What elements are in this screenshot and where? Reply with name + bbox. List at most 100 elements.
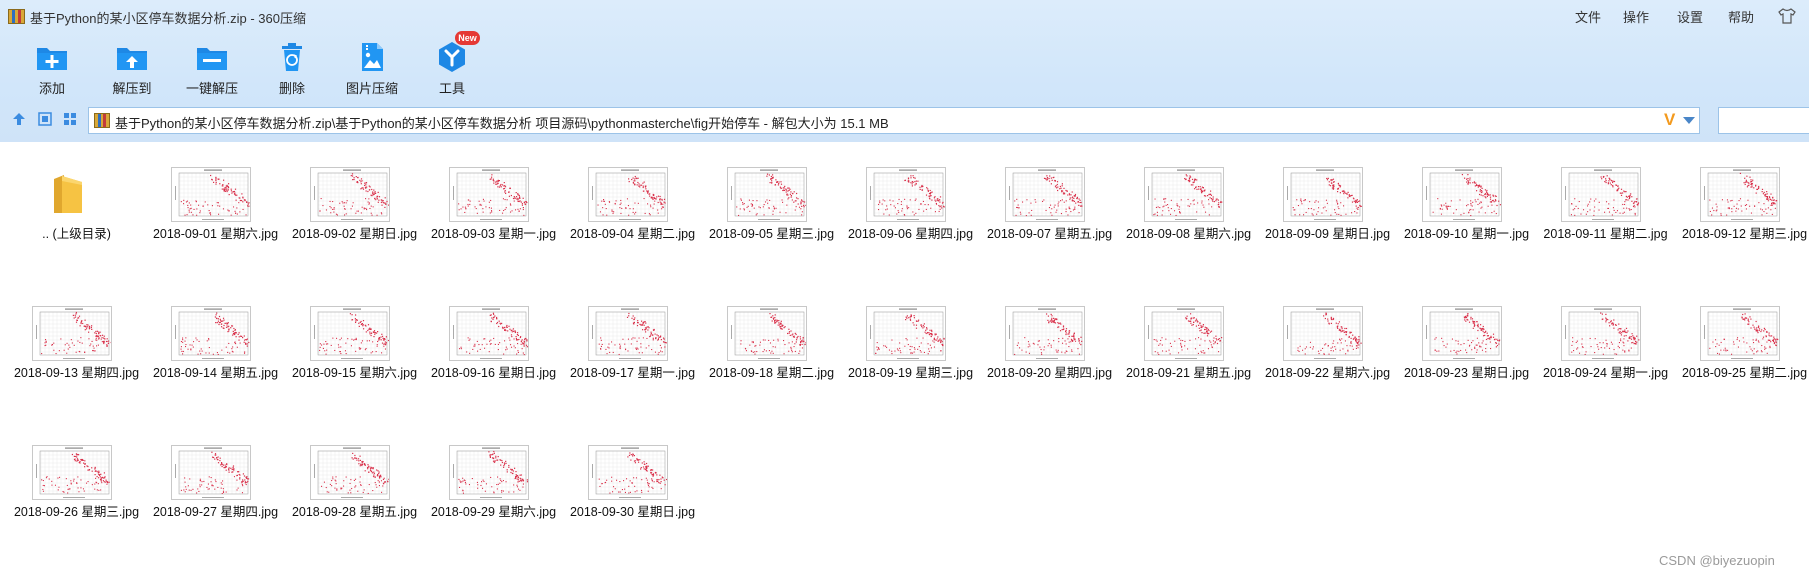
file-name: 2018-09-26 星期三.jpg bbox=[13, 505, 140, 519]
thumbnail-view-icon[interactable] bbox=[62, 111, 78, 127]
image-thumbnail bbox=[310, 167, 390, 222]
extract-to-button[interactable]: 解压到 bbox=[90, 38, 174, 96]
image-thumbnail bbox=[171, 445, 251, 500]
menu-file[interactable]: 文件 bbox=[1575, 7, 1601, 26]
file-item[interactable]: 2018-09-14 星期五.jpg bbox=[146, 284, 285, 399]
file-name: 2018-09-15 星期六.jpg bbox=[291, 366, 418, 380]
image-thumbnail bbox=[1422, 306, 1502, 361]
file-item[interactable]: 2018-09-08 星期六.jpg bbox=[1119, 145, 1258, 260]
file-name: 2018-09-03 星期一.jpg bbox=[430, 227, 557, 241]
image-thumbnail bbox=[171, 167, 251, 222]
dropdown-arrow-icon[interactable] bbox=[1683, 117, 1695, 124]
new-badge: New bbox=[455, 31, 480, 45]
menu-help[interactable]: 帮助 bbox=[1728, 7, 1754, 26]
one-click-extract-button[interactable]: 一键解压 bbox=[170, 38, 254, 96]
file-item[interactable]: 2018-09-24 星期一.jpg bbox=[1536, 284, 1675, 399]
image-thumbnail bbox=[727, 167, 807, 222]
file-item[interactable]: 2018-09-01 星期六.jpg bbox=[146, 145, 285, 260]
file-item[interactable]: 2018-09-28 星期五.jpg bbox=[285, 423, 424, 538]
file-name: 2018-09-24 星期一.jpg bbox=[1542, 366, 1669, 380]
tools-label: 工具 bbox=[438, 81, 465, 96]
delete-button[interactable]: 删除 bbox=[250, 38, 334, 96]
skin-icon[interactable] bbox=[1778, 7, 1796, 25]
image-thumbnail bbox=[449, 306, 529, 361]
file-item[interactable]: 2018-09-15 星期六.jpg bbox=[285, 284, 424, 399]
file-name: 2018-09-17 星期一.jpg bbox=[569, 366, 696, 380]
image-thumbnail bbox=[1283, 306, 1363, 361]
file-item[interactable]: 2018-09-17 星期一.jpg bbox=[563, 284, 702, 399]
watermark: CSDN @biyezuopin bbox=[1659, 553, 1775, 568]
file-name: 2018-09-13 星期四.jpg bbox=[13, 366, 140, 380]
file-name: 2018-09-04 星期二.jpg bbox=[569, 227, 696, 241]
file-item[interactable]: 2018-09-02 星期日.jpg bbox=[285, 145, 424, 260]
file-name: 2018-09-16 星期日.jpg bbox=[430, 366, 557, 380]
menu-operation[interactable]: 操作 bbox=[1623, 7, 1649, 26]
window-title: 基于Python的某小区停车数据分析.zip - 360压缩 bbox=[30, 11, 306, 26]
extract-to-label: 解压到 bbox=[112, 81, 152, 96]
image-thumbnail bbox=[1700, 306, 1780, 361]
menu-settings[interactable]: 设置 bbox=[1677, 7, 1703, 26]
add-button[interactable]: 添加 bbox=[10, 38, 94, 96]
search-input[interactable] bbox=[1718, 107, 1809, 134]
list-view-icon[interactable] bbox=[37, 111, 53, 127]
archive-app-icon bbox=[8, 9, 25, 24]
image-thumbnail bbox=[1283, 167, 1363, 222]
file-item[interactable]: 2018-09-09 星期日.jpg bbox=[1258, 145, 1397, 260]
file-item[interactable]: 2018-09-07 星期五.jpg bbox=[980, 145, 1119, 260]
file-item[interactable]: 2018-09-06 星期四.jpg bbox=[841, 145, 980, 260]
image-compress-button[interactable]: 图片压缩 bbox=[330, 38, 414, 96]
file-item[interactable]: 2018-09-19 星期三.jpg bbox=[841, 284, 980, 399]
file-item[interactable]: 2018-09-23 星期日.jpg bbox=[1397, 284, 1536, 399]
image-thumbnail bbox=[1561, 167, 1641, 222]
file-name: 2018-09-22 星期六.jpg bbox=[1264, 366, 1391, 380]
archive-icon bbox=[94, 113, 110, 128]
file-name: 2018-09-14 星期五.jpg bbox=[152, 366, 279, 380]
image-thumbnail bbox=[1144, 167, 1224, 222]
image-thumbnail bbox=[1561, 306, 1641, 361]
image-thumbnail bbox=[1005, 167, 1085, 222]
file-name: 2018-09-09 星期日.jpg bbox=[1264, 227, 1391, 241]
file-item[interactable]: 2018-09-16 星期日.jpg bbox=[424, 284, 563, 399]
delete-icon bbox=[282, 43, 302, 71]
file-item[interactable]: 2018-09-25 星期二.jpg bbox=[1675, 284, 1809, 399]
file-item[interactable]: 2018-09-30 星期日.jpg bbox=[563, 423, 702, 538]
tools-button[interactable]: 工具 bbox=[410, 38, 494, 96]
file-item[interactable]: 2018-09-13 星期四.jpg bbox=[7, 284, 146, 399]
file-item[interactable]: 2018-09-26 星期三.jpg bbox=[7, 423, 146, 538]
file-name: 2018-09-06 星期四.jpg bbox=[847, 227, 974, 241]
file-item[interactable]: 2018-09-27 星期四.jpg bbox=[146, 423, 285, 538]
file-name: 2018-09-19 星期三.jpg bbox=[847, 366, 974, 380]
file-item[interactable]: 2018-09-21 星期五.jpg bbox=[1119, 284, 1258, 399]
file-item[interactable]: 2018-09-22 星期六.jpg bbox=[1258, 284, 1397, 399]
up-arrow-icon[interactable] bbox=[11, 111, 27, 127]
file-name: 2018-09-21 星期五.jpg bbox=[1125, 366, 1252, 380]
parent-folder-item[interactable]: .. (上级目录) bbox=[7, 145, 146, 260]
file-item[interactable]: 2018-09-03 星期一.jpg bbox=[424, 145, 563, 260]
file-item[interactable]: 2018-09-29 星期六.jpg bbox=[424, 423, 563, 538]
address-path: 基于Python的某小区停车数据分析.zip\基于Python的某小区停车数据分… bbox=[115, 116, 889, 131]
one-click-extract-label: 一键解压 bbox=[185, 81, 238, 96]
title-bar: 基于Python的某小区停车数据分析.zip - 360压缩 文件 操作 设置 … bbox=[0, 0, 1809, 32]
add-icon bbox=[37, 48, 67, 70]
file-item[interactable]: 2018-09-12 星期三.jpg bbox=[1675, 145, 1809, 260]
image-thumbnail bbox=[588, 445, 668, 500]
file-item[interactable]: 2018-09-20 星期四.jpg bbox=[980, 284, 1119, 399]
file-item[interactable]: 2018-09-18 星期二.jpg bbox=[702, 284, 841, 399]
v-logo-icon[interactable]: V bbox=[1664, 110, 1675, 130]
file-name: 2018-09-28 星期五.jpg bbox=[291, 505, 418, 519]
image-thumbnail bbox=[32, 306, 112, 361]
file-item[interactable]: 2018-09-11 星期二.jpg bbox=[1536, 145, 1675, 260]
file-item[interactable]: 2018-09-10 星期一.jpg bbox=[1397, 145, 1536, 260]
image-thumbnail bbox=[1422, 167, 1502, 222]
file-name: 2018-09-30 星期日.jpg bbox=[569, 505, 696, 519]
address-bar[interactable]: 基于Python的某小区停车数据分析.zip\基于Python的某小区停车数据分… bbox=[88, 107, 1700, 134]
file-item[interactable]: 2018-09-05 星期三.jpg bbox=[702, 145, 841, 260]
image-thumbnail bbox=[866, 167, 946, 222]
image-thumbnail bbox=[449, 445, 529, 500]
file-name: 2018-09-07 星期五.jpg bbox=[986, 227, 1113, 241]
extract-to-icon bbox=[117, 48, 147, 70]
file-item[interactable]: 2018-09-04 星期二.jpg bbox=[563, 145, 702, 260]
file-name: 2018-09-12 星期三.jpg bbox=[1681, 227, 1808, 241]
file-name: .. (上级目录) bbox=[42, 227, 111, 241]
folder-icon bbox=[54, 175, 82, 213]
